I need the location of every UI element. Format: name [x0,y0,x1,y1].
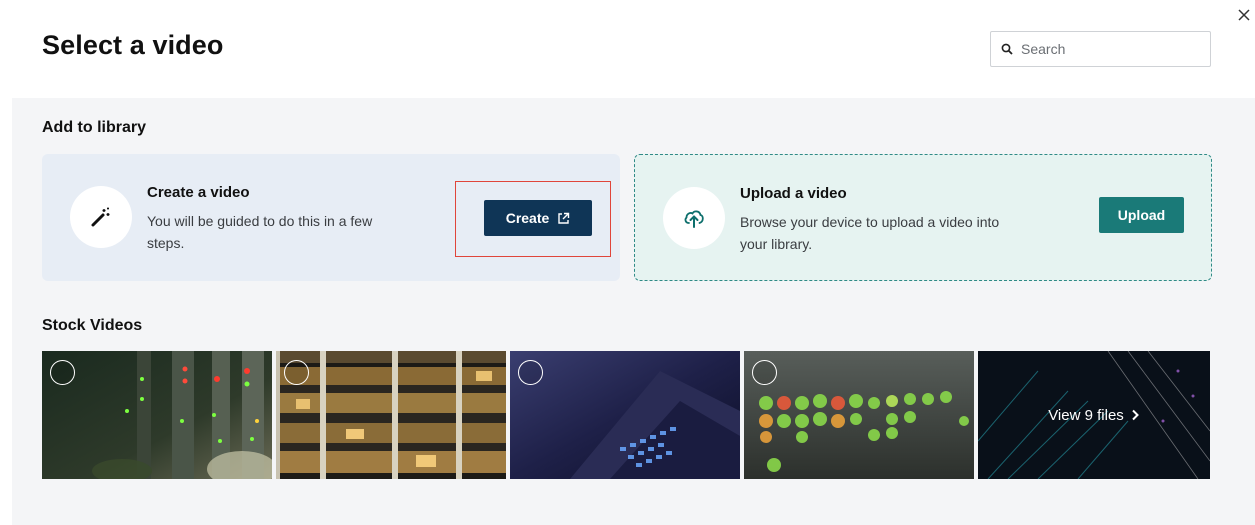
mixing-board-image [744,351,974,479]
select-circle[interactable] [50,360,75,385]
create-button-label: Create [505,210,550,226]
view-more-label: View 9 files [1048,406,1124,424]
stock-video-thumbnail[interactable] [42,351,272,479]
stock-video-grid: View 9 files [42,351,1210,479]
create-button[interactable]: Create [484,200,592,236]
select-circle[interactable] [518,360,543,385]
create-icon-circle [70,186,132,248]
create-video-description: You will be guided to do this in a few s… [147,213,373,251]
upload-video-card: Upload a video Browse your device to upl… [634,154,1212,281]
select-circle[interactable] [284,360,309,385]
dialog-title: Select a video [42,30,224,60]
content-panel: Add to library Create a video You will b… [12,98,1255,525]
create-video-card: Create a video You will be guided to do … [42,154,620,281]
laptop-keyboard-image [510,351,740,479]
upload-icon-circle [663,187,725,249]
add-to-library-heading: Add to library [42,119,147,136]
upload-video-description: Browse your device to upload a video int… [740,214,1000,252]
search-box[interactable] [990,31,1211,67]
close-button[interactable] [1238,8,1254,24]
stock-video-thumbnail[interactable] [276,351,506,479]
search-icon [1001,42,1015,56]
stock-video-thumbnail[interactable] [744,351,974,479]
search-input[interactable] [1021,41,1201,57]
upload-button[interactable]: Upload [1099,197,1184,233]
close-icon [1238,9,1250,21]
stock-videos-heading: Stock Videos [42,317,143,334]
office-building-image [276,351,506,479]
magic-wand-icon [91,207,110,227]
external-link-icon [558,212,570,224]
view-more-tile[interactable]: View 9 files [978,351,1210,479]
select-circle[interactable] [752,360,777,385]
cloud-upload-icon [684,210,704,228]
upload-video-title: Upload a video [740,185,847,202]
stock-video-thumbnail[interactable] [510,351,740,479]
view-more-link[interactable]: View 9 files [978,351,1210,479]
server-rack-image [42,351,272,479]
chevron-right-icon [1132,409,1139,421]
create-video-title: Create a video [147,184,250,201]
